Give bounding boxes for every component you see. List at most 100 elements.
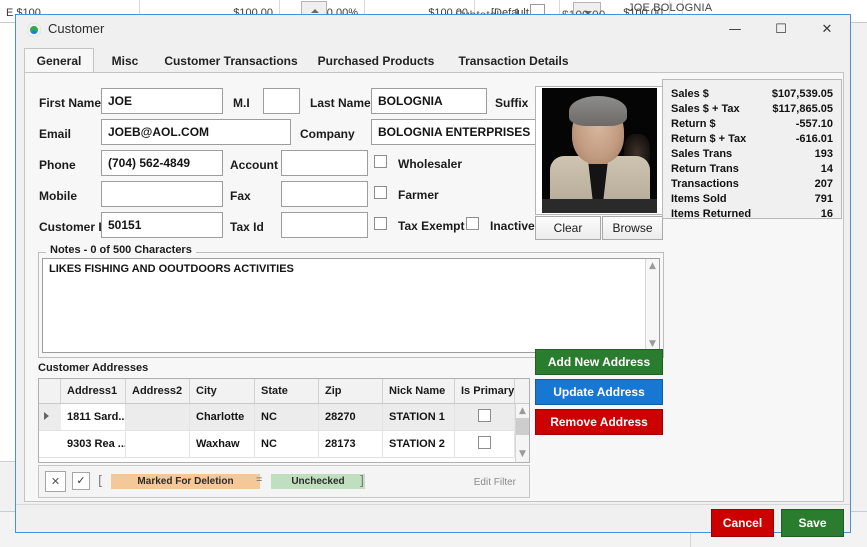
phone-input[interactable]: (704) 562-4849 <box>101 150 223 176</box>
customer-id-input[interactable]: 50151 <box>101 212 223 238</box>
mobile-input[interactable] <box>101 181 223 207</box>
stat-row: Return Trans 14 <box>671 163 833 178</box>
stat-value: -616.01 <box>795 133 833 145</box>
customer-photo-frame[interactable] <box>535 86 663 215</box>
scroll-thumb[interactable] <box>516 418 529 435</box>
stat-key: Sales $ + Tax <box>671 103 740 115</box>
scroll-up-icon[interactable]: ▲ <box>646 260 659 273</box>
stat-key: Items Sold <box>671 193 727 205</box>
header-row-indicator <box>39 379 61 403</box>
filter-open-bracket: [ <box>98 474 104 489</box>
first-name-input[interactable]: JOE <box>101 88 223 114</box>
cell-nick-name: STATION 2 <box>383 431 455 457</box>
maximize-button[interactable]: ☐ <box>758 15 804 45</box>
addresses-scrollbar[interactable]: ▲ ▼ <box>515 404 529 462</box>
cell-city: Charlotte <box>190 404 255 430</box>
mi-label: M.I <box>233 96 250 110</box>
dialog-title: Customer <box>48 21 105 36</box>
stat-row: Return $ -557.10 <box>671 118 833 133</box>
filter-value-tag[interactable]: Unchecked <box>271 474 365 489</box>
fax-label: Fax <box>230 189 251 203</box>
save-button[interactable]: Save <box>781 509 844 537</box>
remove-address-button[interactable]: Remove Address <box>535 409 663 435</box>
table-row[interactable]: 1811 Sard... Charlotte NC 28270 STATION … <box>39 404 529 431</box>
tax-id-input[interactable] <box>281 212 368 238</box>
stat-key: Transactions <box>671 178 739 190</box>
browse-photo-button[interactable]: Browse <box>602 216 663 240</box>
table-row[interactable]: 9303 Rea ... Waxhaw NC 28173 STATION 2 <box>39 431 529 458</box>
filter-field-tag[interactable]: Marked For Deletion <box>111 474 260 489</box>
cell-is-primary <box>455 404 515 430</box>
tab-purchased-products[interactable]: Purchased Products <box>306 48 446 73</box>
customer-stats-panel: Sales $ $107,539.05 Sales $ + Tax $117,865… <box>662 79 842 220</box>
cancel-button[interactable]: Cancel <box>711 509 774 537</box>
maximize-icon: ☐ <box>775 22 787 37</box>
clear-photo-button[interactable]: Clear <box>535 216 601 240</box>
stat-row: Sales Trans 193 <box>671 148 833 163</box>
stat-row: Transactions 207 <box>671 178 833 193</box>
header-state[interactable]: State <box>255 379 319 403</box>
stat-key: Sales $ <box>671 88 709 100</box>
mi-input[interactable] <box>263 88 300 114</box>
wholesaler-checkbox[interactable] <box>374 155 387 168</box>
cell-address1: 9303 Rea ... <box>61 431 126 457</box>
wholesaler-label: Wholesaler <box>398 157 463 171</box>
stat-row: Items Sold 791 <box>671 193 833 208</box>
inactive-checkbox[interactable] <box>466 217 479 230</box>
scroll-down-icon[interactable]: ▼ <box>516 448 529 461</box>
tax-id-label: Tax Id <box>230 220 264 234</box>
background-left-divider <box>0 461 15 462</box>
cell-address2 <box>126 431 190 457</box>
suffix-label: Suffix <box>495 96 529 110</box>
row-indicator-icon <box>44 412 49 420</box>
enable-filter-checkbox[interactable]: ✓ <box>72 472 90 490</box>
notes-group-title: Notes - 0 of 500 Characters <box>46 244 196 256</box>
header-address2[interactable]: Address2 <box>126 379 190 403</box>
notes-textarea[interactable]: LIKES FISHING AND OOUTDOORS ACTIVITIES ▲… <box>42 258 660 353</box>
is-primary-checkbox[interactable] <box>478 436 491 449</box>
footer-divider <box>16 504 850 505</box>
clear-filter-icon[interactable]: ✕ <box>45 471 66 492</box>
header-nick-name[interactable]: Nick Name <box>383 379 455 403</box>
edit-filter-button[interactable]: Edit Filter <box>467 473 523 494</box>
stat-row: Return $ + Tax -616.01 <box>671 133 833 148</box>
is-primary-checkbox[interactable] <box>478 409 491 422</box>
account-input[interactable] <box>281 150 368 176</box>
fax-input[interactable] <box>281 181 368 207</box>
stat-key: Items Returned <box>671 208 752 220</box>
stat-key: Return Trans <box>671 163 739 175</box>
stat-value: -557.10 <box>795 118 833 130</box>
tax-exempt-label: Tax Exempt <box>398 219 465 233</box>
header-address1[interactable]: Address1 <box>61 379 126 403</box>
addresses-grid: Address1 Address2 City State Zip Nick Na… <box>38 378 530 463</box>
stat-key: Return $ <box>671 118 716 130</box>
stat-row: Sales $ $107,539.05 <box>671 88 833 103</box>
farmer-checkbox[interactable] <box>374 186 387 199</box>
tab-customer-transactions[interactable]: Customer Transactions <box>156 48 306 73</box>
header-is-primary[interactable]: Is Primary <box>455 379 515 403</box>
scroll-up-icon[interactable]: ▲ <box>516 405 529 418</box>
last-name-input[interactable]: BOLOGNIA <box>371 88 487 114</box>
header-city[interactable]: City <box>190 379 255 403</box>
tab-general[interactable]: General <box>24 48 94 73</box>
tab-strip: General Misc Customer Transactions Purch… <box>24 48 844 73</box>
add-new-address-button[interactable]: Add New Address <box>535 349 663 375</box>
last-name-label: Last Name <box>310 96 371 110</box>
stat-row: Items Returned 16 <box>671 208 833 223</box>
cell-zip: 28173 <box>319 431 383 457</box>
minimize-button[interactable]: — <box>712 15 758 45</box>
stat-key: Return $ + Tax <box>671 133 747 145</box>
notes-scrollbar[interactable]: ▲ ▼ <box>645 259 659 352</box>
tab-misc[interactable]: Misc <box>94 48 156 73</box>
tax-exempt-checkbox[interactable] <box>374 217 387 230</box>
stat-value: 791 <box>814 193 833 205</box>
customer-addresses-title: Customer Addresses <box>38 362 149 374</box>
filter-operator[interactable]: = <box>256 474 262 486</box>
update-address-button[interactable]: Update Address <box>535 379 663 405</box>
tab-transaction-details[interactable]: Transaction Details <box>446 48 581 73</box>
email-input[interactable]: JOEB@AOL.COM <box>101 119 291 145</box>
stat-value: $107,539.05 <box>771 88 833 100</box>
phone-label: Phone <box>39 158 76 172</box>
header-zip[interactable]: Zip <box>319 379 383 403</box>
close-button[interactable]: ✕ <box>804 15 850 45</box>
